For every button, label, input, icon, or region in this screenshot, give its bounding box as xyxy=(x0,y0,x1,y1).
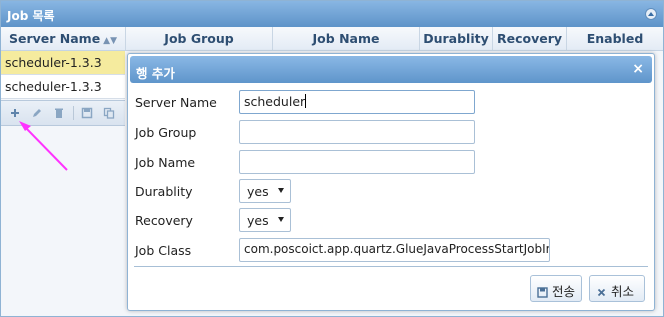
copy-icon[interactable] xyxy=(103,107,115,119)
job-group-label: Job Group xyxy=(135,125,197,140)
column-header-label: Job Group xyxy=(164,31,234,46)
add-row-dialog: 행 추가 × Server Name scheduler Job Group J… xyxy=(127,53,655,311)
server-name-label: Server Name xyxy=(135,95,217,110)
column-header-label: Recovery xyxy=(496,31,563,46)
server-name-field[interactable]: scheduler xyxy=(239,90,475,114)
table-row[interactable]: scheduler-1.3.3 xyxy=(1,75,125,99)
submit-button[interactable]: 전송 xyxy=(530,275,582,302)
text-caret xyxy=(305,94,307,108)
panel-title-text: Job 목록 xyxy=(7,9,55,23)
dialog-title: 행 추가 × xyxy=(130,56,652,83)
durablity-label: Durablity xyxy=(135,184,193,199)
recovery-value: yes xyxy=(247,213,269,228)
durablity-value: yes xyxy=(247,184,269,199)
column-header-job-name[interactable]: Job Name xyxy=(273,27,420,50)
column-header-label: Enabled xyxy=(586,31,644,46)
grid-header: Server Name ▲▼ Job Group Job Name Durabli… xyxy=(1,27,663,51)
column-header-job-group[interactable]: Job Group xyxy=(126,27,273,50)
cancel-button-label: 취소 xyxy=(611,284,635,299)
submit-button-label: 전송 xyxy=(552,284,576,299)
save-icon xyxy=(537,286,548,301)
column-header-enabled[interactable]: Enabled xyxy=(567,27,663,50)
recovery-select[interactable]: yes xyxy=(239,208,291,232)
job-class-label: Job Class xyxy=(135,243,192,258)
job-class-field[interactable]: com.poscoict.app.quartz.GlueJavaProcessS… xyxy=(239,238,550,262)
chevron-down-icon xyxy=(278,188,284,193)
column-header-durablity[interactable]: Durablity xyxy=(420,27,493,50)
dialog-title-text: 행 추가 xyxy=(136,66,175,81)
column-header-recovery[interactable]: Recovery xyxy=(493,27,567,50)
edit-icon[interactable] xyxy=(31,107,43,119)
grid-toolbar xyxy=(1,100,125,126)
chevron-down-icon xyxy=(278,217,284,222)
column-header-label: Job Name xyxy=(312,31,380,46)
cancel-button[interactable]: 취소 xyxy=(589,275,645,302)
close-icon xyxy=(596,286,607,301)
close-icon[interactable]: × xyxy=(632,61,644,77)
dialog-divider xyxy=(134,266,648,267)
cell-server-name: scheduler-1.3.3 xyxy=(5,55,102,70)
cell-server-name: scheduler-1.3.3 xyxy=(5,79,102,94)
panel-title: Job 목록 xyxy=(1,1,663,27)
sort-icon[interactable]: ▲▼ xyxy=(103,36,117,46)
server-name-value: scheduler xyxy=(244,94,306,109)
delete-icon[interactable] xyxy=(53,107,65,119)
add-icon[interactable] xyxy=(9,107,21,119)
column-header-label: Server Name xyxy=(8,31,101,46)
job-name-label: Job Name xyxy=(135,155,196,170)
durablity-select[interactable]: yes xyxy=(239,179,291,203)
recovery-label: Recovery xyxy=(135,213,193,228)
job-name-field[interactable] xyxy=(239,150,475,174)
job-group-field[interactable] xyxy=(239,120,475,144)
save-icon[interactable] xyxy=(81,107,93,119)
column-header-label: Durablity xyxy=(423,31,489,46)
toolbar-divider xyxy=(73,106,74,120)
table-row[interactable]: scheduler-1.3.3 xyxy=(1,51,125,75)
collapse-icon[interactable] xyxy=(645,8,657,20)
column-header-server-name[interactable]: Server Name ▲▼ xyxy=(1,27,126,50)
